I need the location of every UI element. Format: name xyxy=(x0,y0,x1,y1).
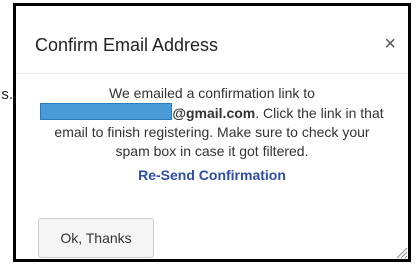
body-line-4: spam box in case it got filtered. xyxy=(115,143,309,159)
ok-thanks-button[interactable]: Ok, Thanks xyxy=(38,218,154,258)
redacted-email-user xyxy=(40,103,173,120)
body-line-2: @gmail.com. Click the link in that xyxy=(16,103,408,123)
body-line-1: We emailed a confirmation link to xyxy=(109,85,315,101)
modal-body: We emailed a confirmation link to @gmail… xyxy=(16,84,408,161)
background-text-fragment: s. xyxy=(1,86,13,103)
close-icon[interactable]: × xyxy=(384,34,396,54)
confirm-email-modal: Confirm Email Address × We emailed a con… xyxy=(13,3,411,262)
screen: s. Confirm Email Address × We emailed a … xyxy=(0,0,417,264)
email-domain: @gmail.com xyxy=(172,105,256,121)
body-line-2-rest: . Click the link in that xyxy=(255,105,384,121)
resend-confirmation-link[interactable]: Re-Send Confirmation xyxy=(16,167,408,183)
body-line-3: email to finish registering. Make sure t… xyxy=(54,124,370,140)
modal-title: Confirm Email Address xyxy=(35,35,219,55)
modal-header: Confirm Email Address × xyxy=(16,6,408,74)
resize-grip-icon[interactable] xyxy=(394,245,408,259)
